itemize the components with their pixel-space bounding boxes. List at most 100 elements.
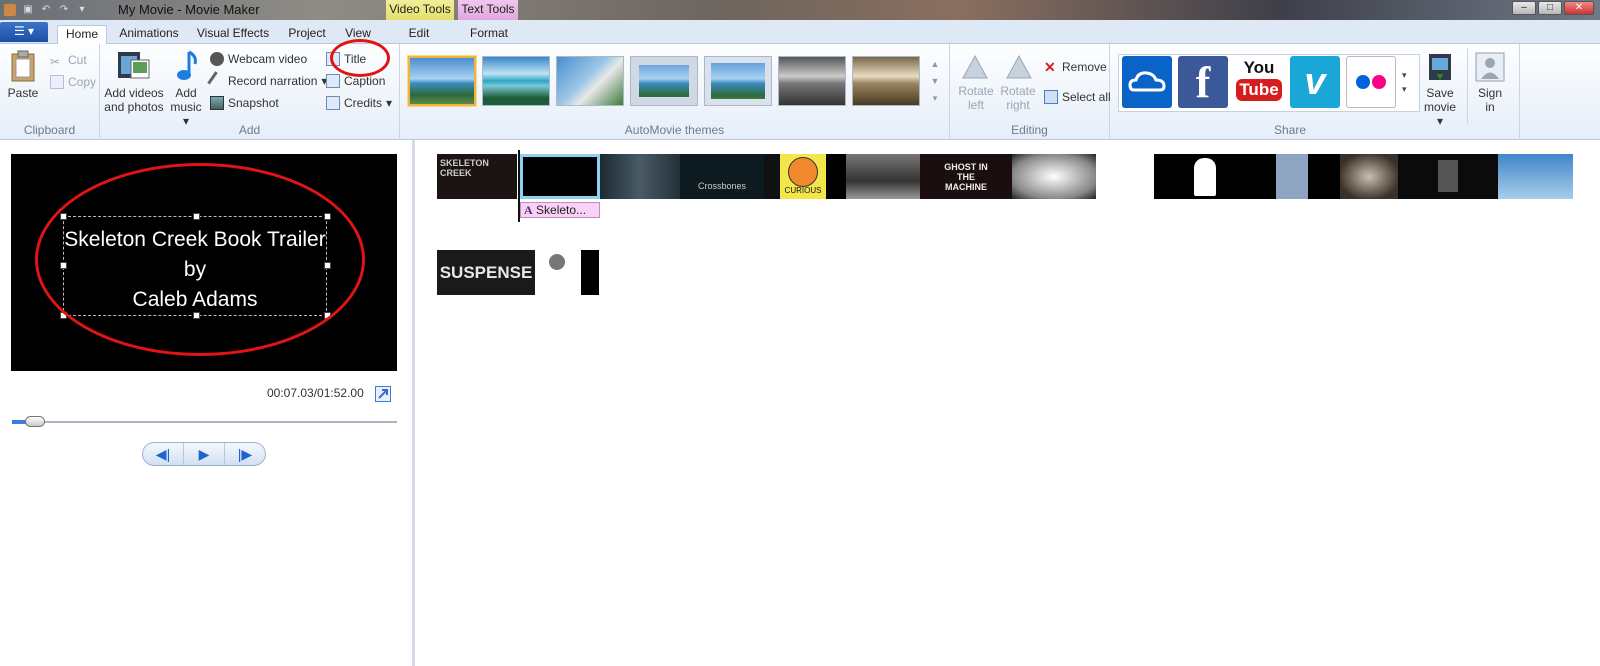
onedrive-icon[interactable] xyxy=(1122,56,1172,108)
paste-icon xyxy=(11,50,35,82)
sign-in-button[interactable]: Sign in xyxy=(1472,52,1508,114)
clip-thumbnail[interactable] xyxy=(764,154,780,199)
clip-label-skeleton-creek: SKELETON CREEK xyxy=(440,158,489,178)
tab-animations[interactable]: Animations xyxy=(114,25,184,44)
clipboard-group: Paste ✂ Cut Copy Clipboard xyxy=(0,44,100,140)
close-button[interactable]: ✕ xyxy=(1564,1,1594,15)
clip-thumbnail[interactable] xyxy=(1340,154,1398,199)
clip-thumbnail[interactable] xyxy=(1276,154,1308,199)
snapshot-icon xyxy=(210,96,224,110)
tab-visual-effects[interactable]: Visual Effects xyxy=(192,25,274,44)
theme-thumbnail[interactable] xyxy=(482,56,550,106)
clip-thumbnail[interactable] xyxy=(1012,154,1096,199)
rotate-left-button[interactable]: Rotate left xyxy=(956,54,996,112)
next-frame-button[interactable]: |▶ xyxy=(225,443,265,465)
clip-thumbnail[interactable] xyxy=(846,154,920,199)
maximize-button[interactable]: □ xyxy=(1538,1,1562,15)
clip-thumbnail[interactable] xyxy=(535,250,581,295)
rotate-right-icon xyxy=(1006,54,1032,79)
save-icon[interactable]: ▣ xyxy=(22,4,34,16)
facebook-icon[interactable]: f xyxy=(1178,56,1228,108)
previous-frame-button[interactable]: ◀| xyxy=(143,443,184,465)
automovie-themes-group: ▲ ▼ ▾ AutoMovie themes xyxy=(400,44,950,140)
clip-crossbones[interactable]: Crossbones xyxy=(680,154,764,199)
clip-thumbnail[interactable] xyxy=(1398,154,1498,199)
clip-thumbnail[interactable] xyxy=(1498,154,1573,199)
rotate-right-label-2: right xyxy=(1006,98,1030,112)
themes-scroll[interactable]: ▲ ▼ ▾ xyxy=(928,56,942,108)
snapshot-button[interactable]: Snapshot xyxy=(210,94,279,112)
ribbon: Paste ✂ Cut Copy Clipboard Add videos an… xyxy=(0,39,1600,140)
clip-thumbnail[interactable] xyxy=(600,154,680,199)
window-title: My Movie - Movie Maker xyxy=(118,2,260,17)
playback-controls: ◀| ▶ |▶ xyxy=(142,442,266,466)
seek-bar-thumb[interactable] xyxy=(25,416,46,427)
theme-thumbnail[interactable] xyxy=(704,56,772,106)
editing-group: Rotate left Rotate right ✕ Remove Select… xyxy=(950,44,1111,140)
select-all-button[interactable]: Select all xyxy=(1044,88,1111,106)
rotate-left-label-2: left xyxy=(967,98,984,112)
remove-button[interactable]: ✕ Remove xyxy=(1044,58,1107,76)
share-group: f You Tube v ▾ ▾ Save movie ▾ Sign in Sha… xyxy=(1110,44,1520,140)
narration-label: Record narration xyxy=(228,74,318,88)
clip-curious[interactable]: CURIOUS xyxy=(780,154,826,199)
silhouette-icon xyxy=(1194,158,1216,196)
add-videos-photos-button[interactable]: Add videos and photos xyxy=(104,50,164,114)
flickr-icon[interactable] xyxy=(1346,56,1396,108)
theme-thumbnail[interactable] xyxy=(778,56,846,106)
record-narration-button[interactable]: Record narration ▾ xyxy=(207,71,327,91)
theme-thumbnail[interactable] xyxy=(408,56,476,106)
youtube-you: You xyxy=(1243,58,1275,77)
youtube-icon[interactable]: You Tube xyxy=(1234,56,1284,108)
clip-title-selected[interactable] xyxy=(520,154,600,199)
context-tab-video-tools: Video Tools xyxy=(386,0,454,20)
add-music-button[interactable]: Add music ▾ xyxy=(166,50,206,128)
fullscreen-expand-icon[interactable] xyxy=(375,386,391,402)
play-button[interactable]: ▶ xyxy=(184,443,225,465)
rotate-right-label-1: Rotate xyxy=(1000,84,1036,98)
tab-project[interactable]: Project xyxy=(282,25,332,44)
theme-thumbnail[interactable] xyxy=(556,56,624,106)
clip-thumbnail[interactable] xyxy=(826,154,846,199)
theme-thumbnail[interactable] xyxy=(630,56,698,106)
clip-skeleton-creek[interactable]: SKELETON CREEK xyxy=(437,154,517,199)
pane-splitter[interactable] xyxy=(412,140,415,666)
clip-thumbnail[interactable] xyxy=(1154,154,1226,199)
vimeo-icon[interactable]: v xyxy=(1290,56,1340,108)
app-menu-button[interactable]: ☰ ▾ xyxy=(0,22,48,42)
tab-home[interactable]: Home xyxy=(57,25,107,44)
cut-label: Cut xyxy=(68,53,87,67)
seek-bar[interactable] xyxy=(12,421,397,423)
share-divider xyxy=(1467,48,1468,124)
paste-button[interactable]: Paste xyxy=(6,50,40,100)
context-tab-text-tools: Text Tools xyxy=(458,0,518,20)
app-icon[interactable] xyxy=(4,4,16,16)
undo-icon[interactable]: ↶ xyxy=(40,4,52,16)
cut-button[interactable]: ✂ Cut xyxy=(50,51,87,69)
video-preview[interactable]: Skeleton Creek Book Trailer by Caleb Ada… xyxy=(11,154,397,371)
clip-thumbnail[interactable] xyxy=(1096,154,1154,199)
save-movie-button[interactable]: Save movie ▾ xyxy=(1420,52,1460,128)
timecode: 00:07.03/01:52.00 xyxy=(267,386,364,400)
film-photo-icon xyxy=(118,52,150,79)
redo-icon[interactable]: ↷ xyxy=(58,4,70,16)
curious-face-icon xyxy=(788,157,818,187)
caption-icon xyxy=(326,74,340,88)
tab-edit[interactable]: Edit xyxy=(396,25,442,44)
minimize-button[interactable]: – xyxy=(1512,1,1536,15)
clip-thumbnail[interactable] xyxy=(1226,154,1276,199)
copy-button[interactable]: Copy xyxy=(50,73,96,91)
clip-thumbnail[interactable] xyxy=(581,250,599,295)
webcam-video-button[interactable]: Webcam video xyxy=(210,50,307,68)
credits-button[interactable]: Credits ▾ xyxy=(326,94,392,112)
clip-ghost-in-the-machine[interactable]: GHOST IN THE MACHINE xyxy=(920,154,1012,199)
clip-suspense[interactable]: SUSPENSE xyxy=(437,250,535,295)
add-music-label-1: Add xyxy=(175,86,197,100)
chevron-down-icon[interactable]: ▾ xyxy=(76,4,88,16)
caption-clip[interactable]: A Skeleto... xyxy=(520,202,600,218)
clip-thumbnail[interactable] xyxy=(1308,154,1340,199)
rotate-right-button[interactable]: Rotate right xyxy=(998,54,1038,112)
theme-thumbnail[interactable] xyxy=(852,56,920,106)
tab-format[interactable]: Format xyxy=(464,25,514,44)
share-scroll[interactable]: ▾ ▾ xyxy=(1402,68,1414,96)
